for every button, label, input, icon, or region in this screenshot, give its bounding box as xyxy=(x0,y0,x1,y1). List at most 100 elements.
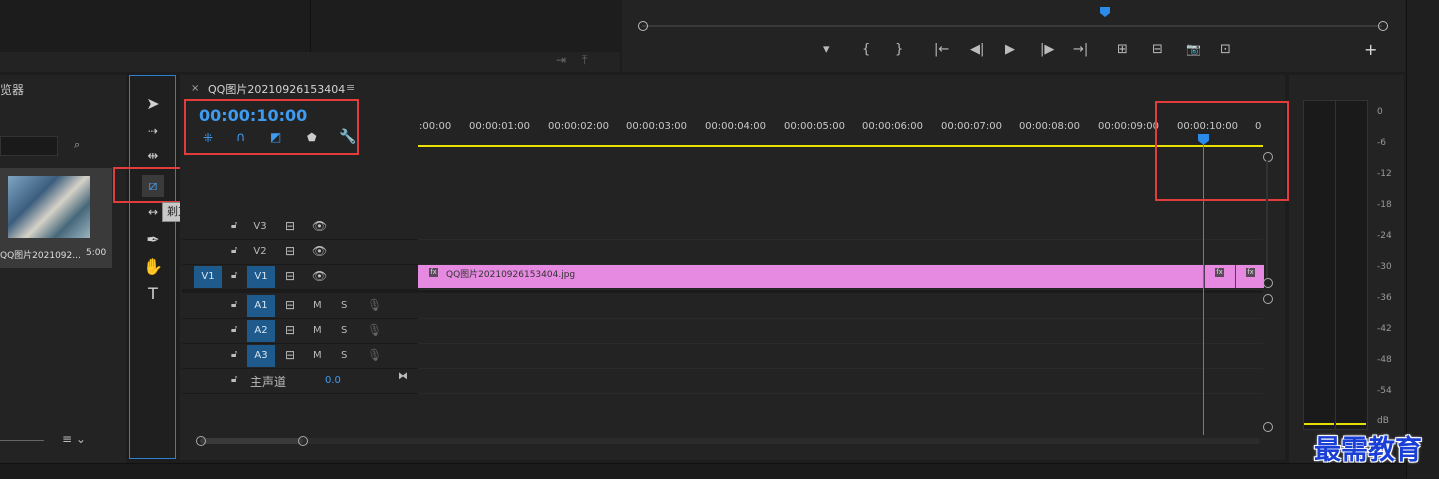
voiceover-mic-icon[interactable]: 🎙︎ xyxy=(367,298,382,312)
video-audio-divider[interactable] xyxy=(182,290,1263,293)
program-timebar[interactable] xyxy=(642,25,1382,27)
solo-button[interactable]: S xyxy=(341,300,347,311)
db-label: -48 xyxy=(1377,355,1392,365)
lock-icon[interactable]: 🔓︎ xyxy=(231,324,237,335)
video-scroll-handle[interactable] xyxy=(1263,278,1273,288)
track-target-v1[interactable]: V1 xyxy=(247,266,275,288)
ruler-label: 00:00:08:00 xyxy=(1019,121,1081,132)
track-lane-a1[interactable] xyxy=(418,294,1263,319)
ruler-label: :00:00 xyxy=(419,121,452,132)
step-forward-icon[interactable]: |▶ xyxy=(1040,42,1054,57)
audio-scroll-handle[interactable] xyxy=(1263,422,1273,432)
track-lane-a3[interactable] xyxy=(418,344,1263,369)
ruler-label: 00:00:02:00 xyxy=(548,121,610,132)
scroll-end-handle[interactable] xyxy=(298,436,308,446)
insert-icon[interactable]: ⤒ xyxy=(582,53,587,68)
step-back-icon[interactable]: ◀| xyxy=(970,42,984,57)
export-frame-camera-icon[interactable]: 📷 xyxy=(1186,42,1201,56)
type-tool-icon[interactable]: T xyxy=(142,283,164,305)
fx-badge-icon: fx xyxy=(1215,268,1224,277)
sync-lock-icon[interactable]: ⊟ xyxy=(285,269,295,283)
track-header-master xyxy=(182,369,418,394)
hand-tool-icon[interactable]: ✋ xyxy=(142,256,164,278)
vertical-scrollbar-track[interactable] xyxy=(1266,160,1268,278)
go-to-in-icon[interactable]: |← xyxy=(934,42,949,57)
timeline-empty-area xyxy=(418,150,1263,214)
lock-icon[interactable]: 🔓︎ xyxy=(231,245,237,256)
go-to-out-icon[interactable]: →| xyxy=(1073,42,1088,57)
play-icon[interactable]: ▶ xyxy=(1005,42,1015,57)
add-marker-icon[interactable]: ▾ xyxy=(823,42,830,57)
lift-icon[interactable]: ⊞ xyxy=(1117,42,1128,57)
button-editor-icon[interactable]: + xyxy=(1364,40,1377,59)
db-label: -36 xyxy=(1377,293,1392,303)
meter-channel-left xyxy=(1303,100,1336,430)
fx-badge-icon: fx xyxy=(429,268,438,277)
project-search-input[interactable] xyxy=(0,136,58,156)
eye-icon[interactable]: 👁︎ xyxy=(312,219,327,233)
solo-button[interactable]: S xyxy=(341,350,347,361)
watermark-logo: 最需教育 xyxy=(1314,435,1422,466)
scroll-start-handle[interactable] xyxy=(196,436,206,446)
voiceover-mic-icon[interactable]: 🎙︎ xyxy=(367,323,382,337)
lock-icon[interactable]: 🔓︎ xyxy=(231,299,237,310)
ripple-edit-tool-icon[interactable]: ⇹ xyxy=(142,146,164,168)
video-scroll-handle[interactable] xyxy=(1263,152,1273,162)
slip-tool-icon[interactable]: ↔ xyxy=(142,201,164,223)
voiceover-mic-icon[interactable]: 🎙︎ xyxy=(367,348,382,362)
clip-thumbnail-image xyxy=(8,176,90,238)
master-bowtie-icon[interactable]: ⧓ xyxy=(398,371,408,382)
mark-in-icon[interactable]: { xyxy=(862,42,870,57)
pen-tool-icon[interactable]: ✒ xyxy=(142,229,164,251)
horizontal-scroll-thumb[interactable] xyxy=(200,438,303,444)
eye-icon[interactable]: 👁︎ xyxy=(312,244,327,258)
source-monitor-bar xyxy=(0,52,620,72)
mute-button[interactable]: M xyxy=(313,350,322,361)
solo-button[interactable]: S xyxy=(341,325,347,336)
extract-icon[interactable]: ⊟ xyxy=(1152,42,1163,57)
timebar-end-handle[interactable] xyxy=(1378,21,1388,31)
track-lane-master[interactable] xyxy=(418,369,1263,394)
db-label: 0 xyxy=(1377,107,1383,117)
sequence-tab[interactable]: QQ图片20210926153404 xyxy=(208,81,345,97)
audio-scroll-handle[interactable] xyxy=(1263,294,1273,304)
mute-button[interactable]: M xyxy=(313,300,322,311)
export-frame-icon[interactable]: ⇥ xyxy=(556,53,566,67)
selection-tool-icon[interactable]: ➤ xyxy=(142,93,164,115)
work-area-bar[interactable] xyxy=(418,145,1263,147)
sort-icon[interactable]: ≡ ⌄ xyxy=(62,432,86,446)
mark-out-icon[interactable]: } xyxy=(895,42,903,57)
zoom-slider[interactable] xyxy=(0,440,44,441)
track-select-tool-icon[interactable]: ⇢ xyxy=(142,120,164,142)
mute-button[interactable]: M xyxy=(313,325,322,336)
track-target-a3[interactable]: A3 xyxy=(247,345,275,367)
track-target-a2[interactable]: A2 xyxy=(247,320,275,342)
track-header-a1 xyxy=(182,294,418,319)
lock-icon[interactable]: 🔓︎ xyxy=(231,349,237,360)
sync-lock-icon[interactable]: ⊟ xyxy=(285,298,295,312)
eye-icon[interactable]: 👁︎ xyxy=(312,269,327,283)
close-sequence-icon[interactable]: × xyxy=(191,83,199,94)
master-volume-value[interactable]: 0.0 xyxy=(325,375,341,386)
db-label: -12 xyxy=(1377,169,1392,179)
lock-icon[interactable]: 🔓︎ xyxy=(231,270,237,281)
sync-lock-icon[interactable]: ⊟ xyxy=(285,219,295,233)
source-patch-v1[interactable]: V1 xyxy=(194,266,222,288)
sync-lock-icon[interactable]: ⊟ xyxy=(285,244,295,258)
find-icon[interactable]: ⌕ xyxy=(74,138,80,152)
sync-lock-icon[interactable]: ⊟ xyxy=(285,323,295,337)
lock-icon[interactable]: 🔓︎ xyxy=(231,220,237,231)
track-lane-a2[interactable] xyxy=(418,319,1263,344)
ruler-label: 00:00:03:00 xyxy=(626,121,688,132)
track-lane-v2[interactable] xyxy=(418,240,1263,265)
timebar-start-handle[interactable] xyxy=(638,21,648,31)
track-name-v3: V3 xyxy=(253,221,267,232)
lock-icon[interactable]: 🔓︎ xyxy=(231,374,237,385)
project-panel-title[interactable]: 览器 xyxy=(0,81,24,98)
comparison-view-icon[interactable]: ⊡ xyxy=(1220,42,1231,57)
horizontal-scrollbar[interactable] xyxy=(200,438,1260,444)
track-lane-v3[interactable] xyxy=(418,215,1263,240)
track-target-a1[interactable]: A1 xyxy=(247,295,275,317)
sequence-menu-icon[interactable]: ≡ xyxy=(346,81,355,94)
sync-lock-icon[interactable]: ⊟ xyxy=(285,348,295,362)
